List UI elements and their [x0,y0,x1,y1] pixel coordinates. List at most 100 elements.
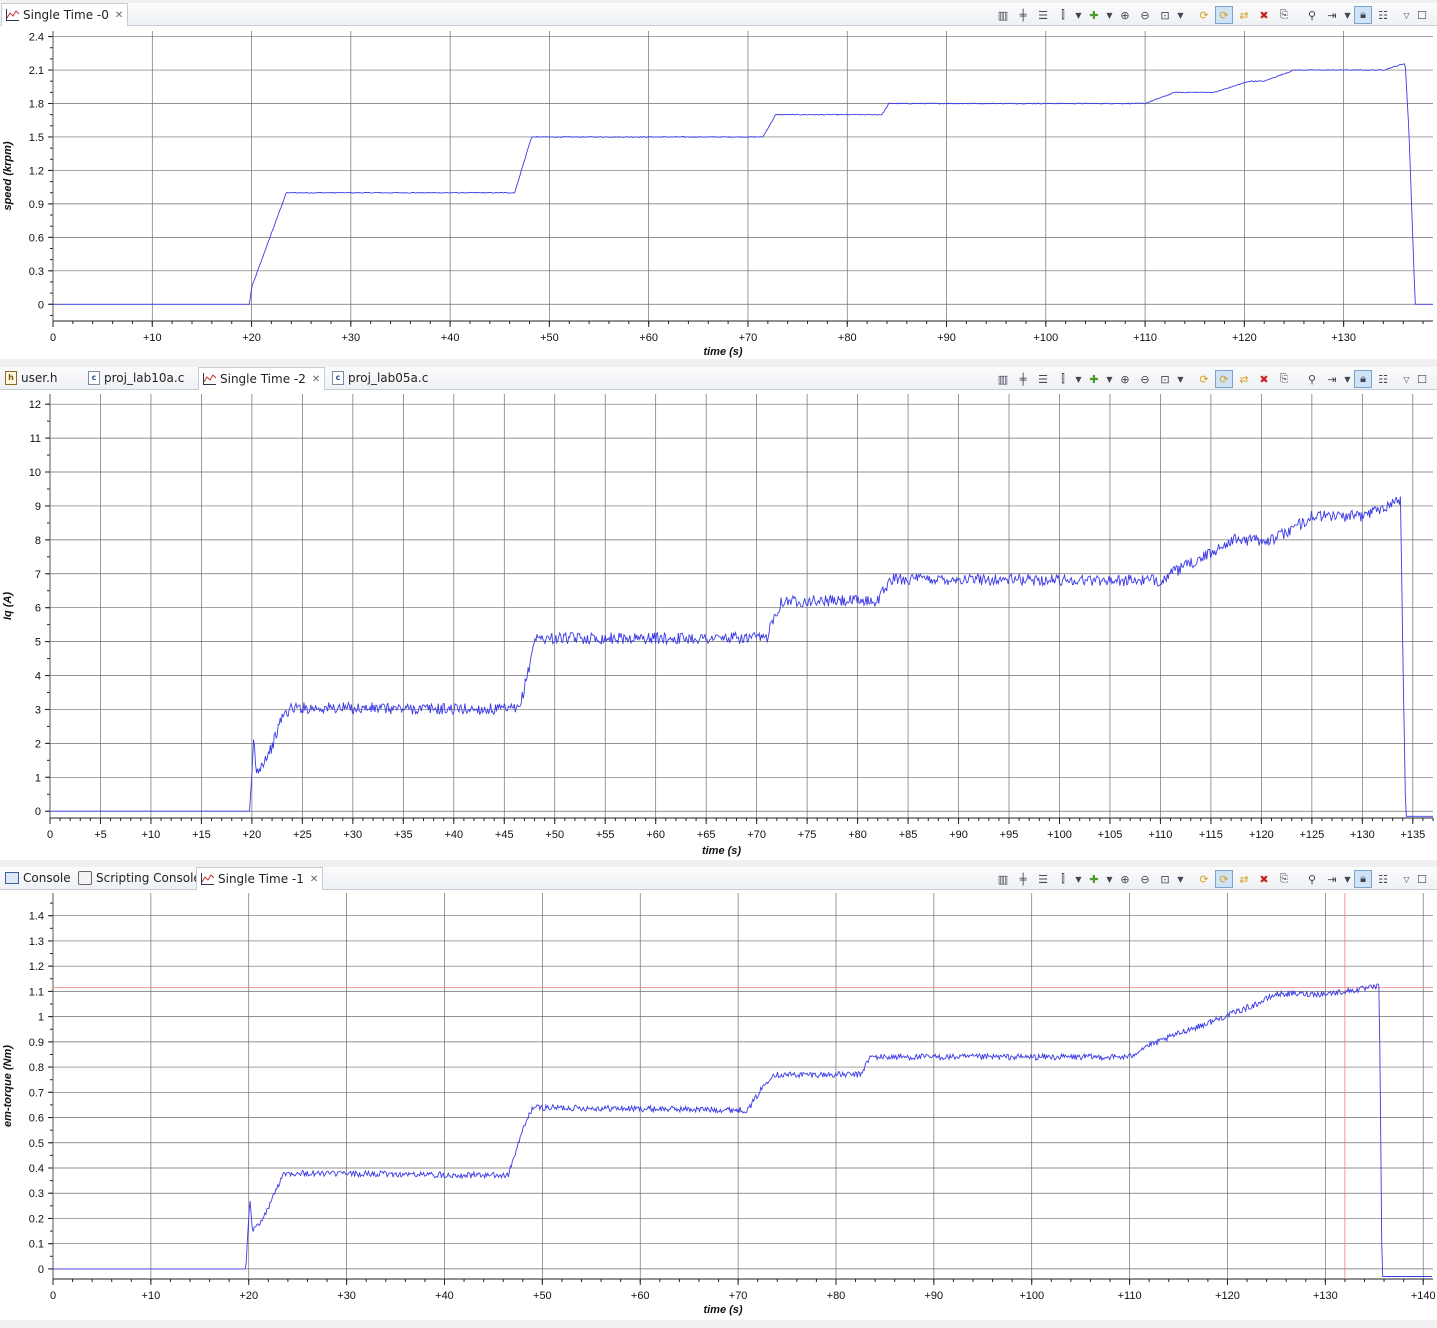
torque-plot-pane: Console Scripting Console Single Time -1… [0,867,1437,1320]
tab-proj-lab05a[interactable]: c proj_lab05a.c [328,367,428,389]
x-tick-label: +110 [1118,1290,1142,1302]
y-tick-label: 1.4 [29,911,44,923]
y-axis-label: Iq (A) [2,592,14,620]
iq-chart[interactable]: 01234567891011120 +5 +10 +15 +20 +25 +30 +35 +40… [0,389,1437,860]
chart-icon [201,873,214,885]
export-icon[interactable]: ⎘ [1275,870,1293,888]
y-tick-label: 0.7 [29,1087,44,1099]
center-icon[interactable]: ╪ [1014,370,1032,388]
scroll-icon[interactable]: ⇥ [1323,6,1341,24]
binoculars-icon[interactable]: ⚲ [1303,6,1321,24]
legend-icon[interactable]: ☷ [1374,870,1392,888]
tab-single-time-0[interactable]: Single Time -0 ✕ [1,3,129,26]
tab-single-time-1[interactable]: Single Time -1 ✕ [196,867,324,890]
dropdown-icon[interactable]: ▼ [1074,370,1083,388]
dropdown-icon[interactable]: ▼ [1105,870,1114,888]
add-icon[interactable]: ✚ [1085,870,1103,888]
y-tick-label: 0.5 [29,1138,44,1150]
add-icon[interactable]: ✚ [1085,370,1103,388]
binoculars-icon[interactable]: ⚲ [1303,870,1321,888]
delete-icon[interactable]: ✖ [1255,870,1273,888]
tab-user-h[interactable]: h user.h [1,367,58,389]
x-tick-label: +30 [342,332,361,344]
dropdown-icon[interactable]: ▼ [1343,6,1352,24]
torque-chart[interactable]: 0 0.1 0.2 0.3 0.4 0.5 0.6 0.7 0.8 0.9 1 1.1 1.2 1.3 1.… [0,889,1437,1320]
auto-refresh-icon[interactable]: ⟳ [1215,6,1233,24]
zoom-out-icon[interactable]: ⊖ [1136,870,1154,888]
scroll-icon[interactable]: ⇥ [1323,870,1341,888]
dropdown-icon[interactable]: ▼ [1074,6,1083,24]
zoom-fit-icon[interactable]: ⊡ [1156,6,1174,24]
close-icon[interactable]: ✕ [115,10,123,21]
marker-icon[interactable]: ⫿ [1054,6,1072,24]
dropdown-icon[interactable]: ▼ [1105,370,1114,388]
scroll-icon[interactable]: ⇥ [1323,370,1341,388]
x-tick-label: +50 [545,829,564,841]
tab-single-time-2[interactable]: Single Time -2 ✕ [198,367,326,390]
sync-icon[interactable]: ⇄ [1235,870,1253,888]
view-menu-icon[interactable]: ▽ [1402,370,1411,388]
legend-icon[interactable]: ☷ [1374,6,1392,24]
export-icon[interactable]: ⎘ [1275,370,1293,388]
maximize-icon[interactable]: ☐ [1413,370,1431,388]
x-tick-label: +70 [739,332,758,344]
x-tick-label: +30 [337,1290,356,1302]
delete-icon[interactable]: ✖ [1255,6,1273,24]
dropdown-icon[interactable]: ▼ [1074,870,1083,888]
add-icon[interactable]: ✚ [1085,6,1103,24]
align-icon[interactable]: ▥ [994,6,1012,24]
auto-refresh-icon[interactable]: ⟳ [1215,370,1233,388]
view-menu-icon[interactable]: ▽ [1402,6,1411,24]
align-icon[interactable]: ▥ [994,870,1012,888]
y-tick-label: 0.4 [29,1163,44,1175]
lock-icon[interactable]: 🔒︎ [1354,370,1372,388]
close-icon[interactable]: ✕ [312,374,320,385]
dropdown-icon[interactable]: ▼ [1176,6,1185,24]
sync-icon[interactable]: ⇄ [1235,370,1253,388]
dropdown-icon[interactable]: ▼ [1176,370,1185,388]
x-tick-label: +80 [838,332,857,344]
zoom-fit-icon[interactable]: ⊡ [1156,370,1174,388]
dropdown-icon[interactable]: ▼ [1343,370,1352,388]
dropdown-icon[interactable]: ▼ [1105,6,1114,24]
speed-chart[interactable]: 0 0.3 0.6 0.9 1.2 1.5 1.8 2.1 2.4 0 +10 +20 +30 +40 +5… [0,25,1437,359]
zoom-fit-icon[interactable]: ⊡ [1156,870,1174,888]
y-tick-label: 8 [35,535,41,547]
y-tick-label: 0 [38,1264,44,1276]
legend-icon[interactable]: ☷ [1374,370,1392,388]
spread-icon[interactable]: ☰ [1034,6,1052,24]
close-icon[interactable]: ✕ [310,874,318,885]
spread-icon[interactable]: ☰ [1034,870,1052,888]
maximize-icon[interactable]: ☐ [1413,870,1431,888]
dropdown-icon[interactable]: ▼ [1343,870,1352,888]
marker-icon[interactable]: ⫿ [1054,370,1072,388]
view-menu-icon[interactable]: ▽ [1402,870,1411,888]
delete-icon[interactable]: ✖ [1255,370,1273,388]
lock-icon[interactable]: 🔒︎ [1354,870,1372,888]
zoom-in-icon[interactable]: ⊕ [1116,870,1134,888]
y-tick-label: 0.9 [29,199,44,211]
auto-refresh-icon[interactable]: ⟳ [1215,870,1233,888]
zoom-in-icon[interactable]: ⊕ [1116,370,1134,388]
center-icon[interactable]: ╪ [1014,870,1032,888]
refresh-icon[interactable]: ⟳ [1195,370,1213,388]
tab-scripting-console[interactable]: Scripting Console [74,867,201,889]
refresh-icon[interactable]: ⟳ [1195,6,1213,24]
dropdown-icon[interactable]: ▼ [1176,870,1185,888]
align-icon[interactable]: ▥ [994,370,1012,388]
sync-icon[interactable]: ⇄ [1235,6,1253,24]
zoom-out-icon[interactable]: ⊖ [1136,6,1154,24]
zoom-in-icon[interactable]: ⊕ [1116,6,1134,24]
zoom-out-icon[interactable]: ⊖ [1136,370,1154,388]
maximize-icon[interactable]: ☐ [1413,6,1431,24]
tab-proj-lab10a[interactable]: c proj_lab10a.c [84,367,184,389]
x-tick-label: +100 [1033,332,1058,344]
export-icon[interactable]: ⎘ [1275,6,1293,24]
lock-icon[interactable]: 🔒︎ [1354,6,1372,24]
tab-console[interactable]: Console [1,867,71,889]
refresh-icon[interactable]: ⟳ [1195,870,1213,888]
spread-icon[interactable]: ☰ [1034,370,1052,388]
marker-icon[interactable]: ⫿ [1054,870,1072,888]
center-icon[interactable]: ╪ [1014,6,1032,24]
binoculars-icon[interactable]: ⚲ [1303,370,1321,388]
